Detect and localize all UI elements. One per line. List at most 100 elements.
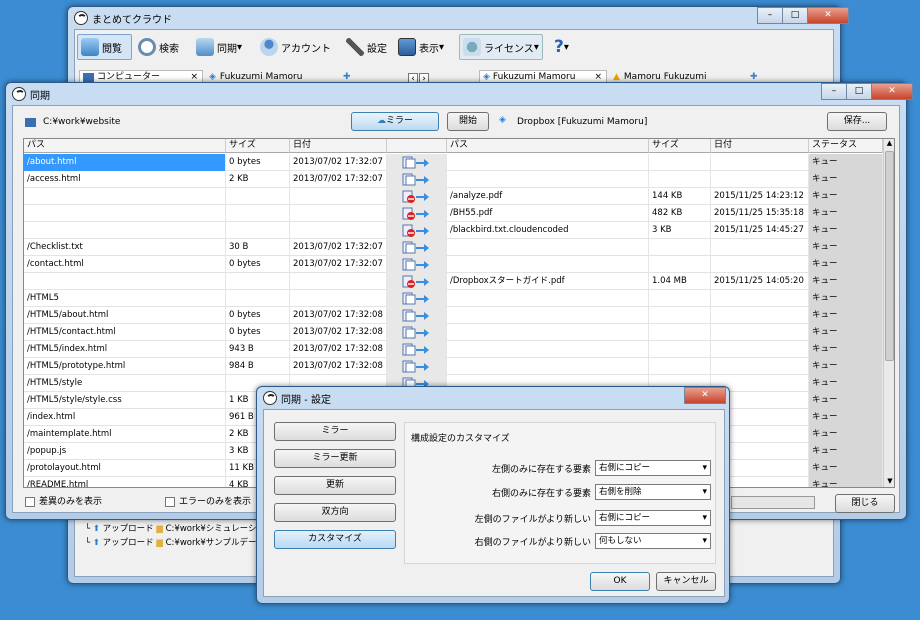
transfer-row[interactable]: └ ⬆ アップロード ▆ C:¥work¥サンプルデー <box>85 536 257 548</box>
tool-view[interactable]: 表示 ▾ <box>395 34 447 60</box>
cell-lp: /HTML5/prototype.html <box>24 358 226 375</box>
mode-mirror-button[interactable]: ミラー <box>274 422 396 441</box>
cell-rp: /Dropboxスタートガイド.pdf <box>447 273 649 290</box>
tool-help[interactable]: ? ▾ <box>551 34 572 60</box>
close-sync-button[interactable]: 閉じる <box>835 494 895 513</box>
table-row[interactable]: /contact.html 0 bytes 2013/07/02 17:32:07 キ… <box>24 256 883 273</box>
tool-account[interactable]: アカウント <box>257 34 334 60</box>
error-only-checkbox[interactable]: エラーのみを表示 <box>165 494 251 507</box>
option-select-right-only[interactable]: 右側を削除 <box>595 484 711 500</box>
mode-mirror-update-button[interactable]: ミラー更新 <box>274 449 396 468</box>
tool-license[interactable]: ライセンス ▾ <box>459 34 543 60</box>
upload-icon: ⬆ <box>92 524 100 534</box>
cell-st: キュー <box>809 205 883 222</box>
tool-search[interactable]: 検索 <box>135 34 182 60</box>
col-right-size[interactable]: サイズ <box>649 139 711 153</box>
cell-rd <box>711 171 809 188</box>
cancel-button[interactable]: キャンセル <box>656 572 716 591</box>
table-row[interactable]: /HTML5/contact.html 0 bytes 2013/07/02 17:… <box>24 324 883 341</box>
maximize-button[interactable]: □ <box>782 7 808 24</box>
close-button[interactable]: ✕ <box>871 83 913 100</box>
col-status[interactable]: ステータス <box>809 139 883 153</box>
col-right-path[interactable]: パス <box>447 139 649 153</box>
table-row[interactable]: /about.html 0 bytes 2013/07/02 17:32:07 キュー <box>24 154 883 171</box>
cell-ls <box>226 222 290 239</box>
table-row[interactable]: /BH55.pdf 482 KB 2015/11/25 15:35:18 キュー <box>24 205 883 222</box>
cell-lp: /HTML5/style/style.css <box>24 392 226 409</box>
cell-ls: 984 B <box>226 358 290 375</box>
col-left-size[interactable]: サイズ <box>226 139 290 153</box>
col-right-date[interactable]: 日付 <box>711 139 809 153</box>
cell-rs <box>649 239 711 256</box>
chevron-down-icon: ▾ <box>237 41 243 53</box>
cell-rs <box>649 290 711 307</box>
option-select-right-newer[interactable]: 何もしない <box>595 533 711 549</box>
minimize-button[interactable]: – <box>757 7 783 24</box>
cell-lp <box>24 222 226 239</box>
cell-rd: 2015/11/25 15:35:18 <box>711 205 809 222</box>
cell-lp: /HTML5/style <box>24 375 226 392</box>
action-cell <box>387 222 447 239</box>
save-button[interactable]: 保存... <box>827 112 887 131</box>
cell-ls <box>226 290 290 307</box>
close-button[interactable]: ✕ <box>684 387 726 404</box>
cell-ls: 2 KB <box>226 171 290 188</box>
cell-lp: /HTML5 <box>24 290 226 307</box>
license-icon <box>463 38 481 56</box>
option-select-left-newer[interactable]: 右側にコピー <box>595 510 711 526</box>
start-button[interactable]: 開始 <box>447 112 489 131</box>
cell-rd <box>711 307 809 324</box>
cell-rd <box>711 324 809 341</box>
copy-right-icon <box>402 258 432 271</box>
table-row[interactable]: /HTML5 キュー <box>24 290 883 307</box>
cell-ld: 2013/07/02 17:32:08 <box>290 324 387 341</box>
table-row[interactable]: /access.html 2 KB 2013/07/02 17:32:07 キュー <box>24 171 883 188</box>
minimize-button[interactable]: – <box>821 83 847 100</box>
cell-rp <box>447 290 649 307</box>
scroll-thumb[interactable] <box>885 151 894 361</box>
cell-rd <box>711 358 809 375</box>
table-row[interactable]: /analyze.pdf 144 KB 2015/11/25 14:23:12 キュー <box>24 188 883 205</box>
copy-right-icon <box>402 360 432 373</box>
mirror-button[interactable]: ☁ミラー <box>351 112 439 131</box>
transfer-row[interactable]: └ ⬆ アップロード ▆ C:¥work¥シミュレーション <box>85 522 273 534</box>
col-left-date[interactable]: 日付 <box>290 139 387 153</box>
table-row[interactable]: /blackbird.txt.cloudencoded 3 KB 2015/11/2… <box>24 222 883 239</box>
table-row[interactable]: /HTML5/about.html 0 bytes 2013/07/02 17:32… <box>24 307 883 324</box>
option-select-left-only[interactable]: 右側にコピー <box>595 460 711 476</box>
group-title: 構成設定のカスタマイズ <box>411 434 510 444</box>
table-row[interactable]: /Checklist.txt 30 B 2013/07/02 17:32:07 キュー <box>24 239 883 256</box>
cell-rs <box>649 154 711 171</box>
cell-lp: /contact.html <box>24 256 226 273</box>
computer-icon <box>83 73 94 82</box>
cell-st: キュー <box>809 171 883 188</box>
scroll-up-icon[interactable]: ▲ <box>884 139 894 151</box>
action-cell <box>387 324 447 341</box>
cell-st: キュー <box>809 239 883 256</box>
diff-only-checkbox[interactable]: 差異のみを表示 <box>25 494 102 507</box>
mode-update-button[interactable]: 更新 <box>274 476 396 495</box>
checkbox-icon[interactable] <box>25 496 35 507</box>
table-row[interactable]: /HTML5/index.html 943 B 2013/07/02 17:32:0… <box>24 341 883 358</box>
cell-st: キュー <box>809 375 883 392</box>
scroll-down-icon[interactable]: ▼ <box>884 477 894 487</box>
vertical-scrollbar[interactable]: ▲ ▼ <box>883 139 894 487</box>
sync-window-controls: – □ ✕ <box>821 83 913 100</box>
close-button[interactable]: ✕ <box>807 7 849 24</box>
mode-customize-button[interactable]: カスタマイズ <box>274 530 396 549</box>
tool-settings[interactable]: 設定 <box>343 34 390 60</box>
action-cell <box>387 188 447 205</box>
mode-bidirectional-button[interactable]: 双方向 <box>274 503 396 522</box>
checkbox-icon[interactable] <box>165 496 175 507</box>
table-row[interactable]: /Dropboxスタートガイド.pdf 1.04 MB 2015/11/25 14:… <box>24 273 883 290</box>
maximize-button[interactable]: □ <box>846 83 872 100</box>
table-row[interactable]: /HTML5/prototype.html 984 B 2013/07/02 17:… <box>24 358 883 375</box>
col-left-path[interactable]: パス <box>24 139 226 153</box>
tool-sync[interactable]: 同期 ▾ <box>193 34 245 60</box>
ok-button[interactable]: OK <box>590 572 650 591</box>
tool-browse[interactable]: 閲覧 <box>77 34 132 60</box>
sync-window-title: 同期 <box>30 90 50 102</box>
cell-rp: /analyze.pdf <box>447 188 649 205</box>
col-action[interactable] <box>387 139 447 153</box>
cell-st: キュー <box>809 307 883 324</box>
